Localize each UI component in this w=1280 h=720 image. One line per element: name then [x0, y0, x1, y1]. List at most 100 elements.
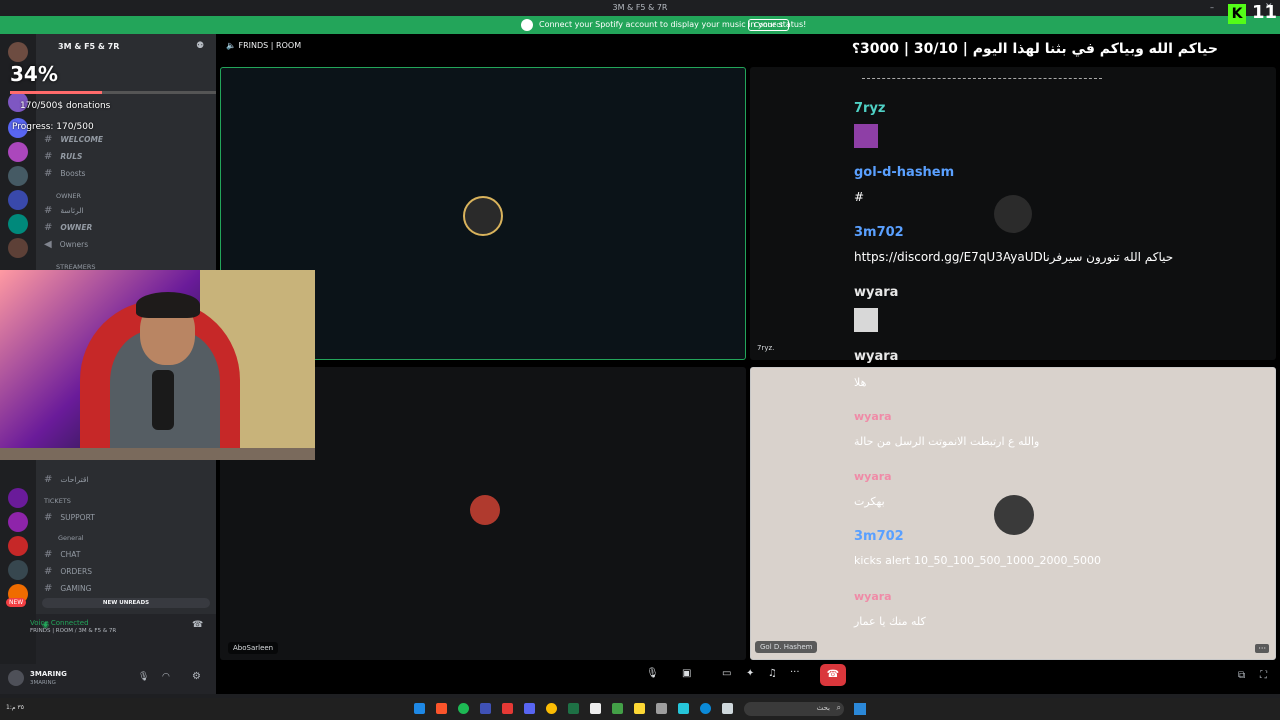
gear-icon[interactable]: ⚙	[192, 671, 201, 682]
add-member-icon[interactable]: ⚉	[196, 41, 204, 51]
activity-icon[interactable]: ✦	[746, 668, 754, 679]
donation-text: 170/500$ donations	[20, 101, 111, 111]
server-icon[interactable]	[8, 488, 28, 508]
server-icon[interactable]	[8, 190, 28, 210]
user-sub: 3MARING	[30, 680, 56, 686]
server-icon[interactable]	[8, 560, 28, 580]
windows-start-icon[interactable]	[854, 703, 866, 715]
camera-icon[interactable]: ▣	[682, 668, 691, 679]
server-icon[interactable]	[8, 166, 28, 186]
spotify-icon[interactable]	[458, 703, 469, 714]
announcement-text: حياكم الله وبياكم في بثنا لهذا اليوم | 3…	[851, 41, 1218, 57]
spotify-icon	[521, 19, 533, 31]
channel-welcome[interactable]: # WELCOME	[44, 134, 103, 145]
new-badge: NEW	[6, 598, 27, 607]
user-panel: 3MARING 3MARING 🎙 ◠ ⚙	[0, 664, 216, 694]
minimize-button[interactable]: –	[1210, 3, 1220, 13]
server-icon[interactable]	[8, 238, 28, 258]
channel-owner-1[interactable]: # الرئاسة	[44, 205, 84, 216]
category-tickets[interactable]: TICKETS	[44, 497, 71, 505]
voice-room[interactable]: FRINDS | ROOM / 3M & F5 & 7R	[30, 628, 116, 634]
progress-text: Progress: 170/500	[12, 122, 94, 132]
popout-icon[interactable]: ⧉	[1238, 670, 1245, 681]
more-options-icon[interactable]: ···	[790, 667, 800, 678]
channel-label: Owners	[59, 240, 89, 249]
app-icon[interactable]	[612, 703, 623, 714]
taskbar-search-text: بحث	[816, 704, 830, 712]
channel-label: GAMING	[60, 584, 92, 593]
category-owner[interactable]: owner	[56, 192, 81, 200]
app-icon[interactable]	[502, 703, 513, 714]
soundboard-icon[interactable]: ♫	[768, 668, 777, 679]
spotify-connect-button[interactable]: Connect	[748, 19, 789, 31]
brave-icon[interactable]	[436, 703, 447, 714]
channel-ruls[interactable]: # RULS	[44, 151, 82, 162]
channel-owner-2[interactable]: # OWNER	[44, 222, 92, 233]
app-icon[interactable]	[590, 703, 601, 714]
avatar[interactable]	[8, 670, 24, 686]
edge-icon[interactable]	[700, 703, 711, 714]
server-icon[interactable]	[8, 512, 28, 532]
app-icon[interactable]	[678, 703, 689, 714]
tile-label: AboSarleen	[228, 642, 279, 654]
mic-icon[interactable]: 🎙	[646, 668, 659, 679]
server-name[interactable]: 3M & F5 & 7R	[58, 42, 119, 51]
app-icon[interactable]	[656, 703, 667, 714]
user-name[interactable]: 3MARING	[30, 670, 67, 678]
video-tile[interactable]: 7ryz.	[750, 67, 1276, 360]
app-icon[interactable]	[722, 703, 733, 714]
voice-panel: ◉ Voice Connected FRINDS | ROOM / 3M & F…	[30, 614, 216, 664]
webcam-overlay	[0, 270, 315, 460]
video-tile[interactable]: Gol D. Hashem ···	[750, 367, 1276, 660]
server-icon[interactable]	[8, 142, 28, 162]
leave-call-button[interactable]: ☎	[820, 664, 846, 686]
channel-support[interactable]: # SUPPORT	[44, 512, 95, 523]
channel-label: OWNER	[60, 223, 93, 232]
headphones-icon[interactable]: ◠	[162, 672, 170, 682]
channel-label: RULS	[60, 152, 83, 161]
channel-orders[interactable]: # ORDERS	[44, 566, 92, 577]
participant-avatar	[994, 195, 1032, 233]
chat-message: والله ع ارتبطت الانموتت الرسل من حالة	[854, 435, 1040, 448]
streamer-hair	[136, 292, 200, 318]
app-icon[interactable]	[480, 703, 491, 714]
channel-suggestions[interactable]: # اقتراحات	[44, 474, 89, 485]
channel-gaming[interactable]: # GAMING	[44, 583, 91, 594]
discord-icon[interactable]	[524, 703, 535, 714]
taskbar-search[interactable]: بحث ⌕	[744, 702, 844, 716]
chat-message: #	[854, 190, 865, 204]
tile-label: Gol D. Hashem	[755, 641, 818, 653]
new-unreads-pill[interactable]: NEW UNREADS	[42, 598, 210, 608]
chat-user: 3m702	[854, 225, 904, 240]
screen-share-icon[interactable]: ▭	[722, 668, 731, 679]
fullscreen-icon[interactable]: ⛶	[1260, 670, 1267, 681]
taskbar-time: 1:٣٥ م	[6, 704, 24, 711]
title-bar: 3M & F5 & 7R – ✕	[0, 0, 1280, 16]
channel-label: ORDERS	[60, 567, 92, 576]
call-controls: 🎙 ▣ ▭ ✦ ♫ ··· ☎	[640, 664, 856, 686]
voice-status[interactable]: Voice Connected	[30, 619, 89, 627]
excel-icon[interactable]	[568, 703, 579, 714]
disconnect-icon[interactable]: ☎	[192, 620, 203, 630]
chrome-icon[interactable]	[546, 703, 557, 714]
folder-icon[interactable]	[634, 703, 645, 714]
browser-icon[interactable]	[414, 703, 425, 714]
participant-avatar	[470, 495, 500, 525]
channel-chat[interactable]: # CHAT	[44, 549, 80, 560]
participant-avatar	[994, 495, 1034, 535]
server-icon[interactable]	[8, 536, 28, 556]
mic-icon[interactable]: 🎙	[138, 672, 149, 682]
search-icon: ⌕	[836, 703, 841, 712]
category-general[interactable]: General	[58, 534, 84, 542]
announcement-divider	[862, 78, 1102, 79]
channel-owner-3[interactable]: ◀ Owners	[44, 239, 88, 250]
channel-label: Boosts	[60, 169, 86, 178]
window-title: 3M & F5 & 7R	[612, 3, 668, 12]
channel-boosts[interactable]: # Boosts	[44, 168, 85, 179]
more-icon[interactable]: ···	[1255, 644, 1269, 653]
server-icon[interactable]	[8, 214, 28, 234]
server-icon[interactable]	[8, 42, 28, 62]
webcam-frame-bottom	[0, 448, 315, 460]
room-name: FRINDS | ROOM	[238, 41, 302, 50]
channel-label: WELCOME	[60, 135, 104, 144]
